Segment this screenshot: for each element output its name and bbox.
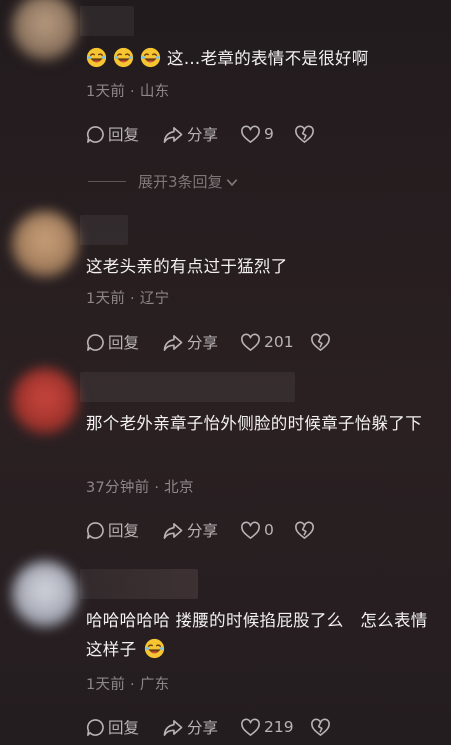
share-button[interactable]: 分享 [162,716,240,738]
comment-body: 这…老章的表情不是很好啊 [167,49,369,68]
rofl-emoji-icon [113,47,134,68]
expand-replies-button[interactable]: 展开3条回复 [88,171,239,192]
share-button[interactable]: 分享 [162,331,240,353]
share-label: 分享 [187,126,219,144]
share-label: 分享 [187,334,219,352]
dislike-button[interactable] [294,521,315,540]
reply-button[interactable]: 回复 [86,716,162,738]
heart-outline-icon [240,718,261,737]
heart-outline-icon [240,521,261,540]
broken-heart-icon [310,718,331,737]
comment-body: 哈哈哈哈哈 搂腰的时候掐屁股了么 怎么表情这样子 [86,611,428,659]
speech-bubble-icon [86,333,105,352]
comment-meta: 1天前 · 山东 [86,84,170,100]
speech-bubble-icon [86,521,105,540]
like-count: 0 [264,521,274,539]
comment-text: 这…老章的表情不是很好啊 [86,44,441,73]
like-count: 219 [264,718,294,736]
share-arrow-icon [162,333,184,352]
comment-actions: 回复 分享 219 [86,716,331,738]
reply-button[interactable]: 回复 [86,331,162,353]
comment-text: 这老头亲的有点过于猛烈了 [86,257,288,276]
dislike-button[interactable] [294,125,315,144]
share-label: 分享 [187,522,219,540]
like-count: 201 [264,333,294,351]
rofl-emoji-icon [140,47,161,68]
share-label: 分享 [187,719,219,737]
like-button[interactable]: 9 [240,125,286,144]
rofl-emoji-icon [86,47,107,68]
reply-label: 回复 [108,334,140,352]
username[interactable] [80,215,128,245]
heart-outline-icon [240,125,261,144]
dislike-button[interactable] [310,718,331,737]
comment-meta: 1天前 · 辽宁 [86,291,170,307]
like-button[interactable]: 0 [240,521,286,540]
share-button[interactable]: 分享 [162,519,240,541]
broken-heart-icon [294,521,315,540]
avatar[interactable] [12,0,78,60]
username[interactable] [80,569,198,599]
reply-label: 回复 [108,719,140,737]
avatar[interactable] [12,561,78,627]
like-count: 9 [264,125,274,143]
reply-button[interactable]: 回复 [86,123,162,145]
username[interactable] [80,6,134,36]
dislike-button[interactable] [310,333,331,352]
comment-actions: 回复 分享 0 [86,519,315,541]
comment-meta: 1天前 · 广东 [86,677,170,693]
share-button[interactable]: 分享 [162,123,240,145]
expand-replies-label: 展开3条回复 [138,173,223,191]
like-button[interactable]: 219 [240,718,302,737]
broken-heart-icon [294,125,315,144]
chevron-down-icon [225,175,239,189]
reply-label: 回复 [108,126,140,144]
comment-text: 那个老外亲章子怡外侧脸的时候章子怡躲了下 [86,414,422,433]
divider [88,181,126,182]
broken-heart-icon [310,333,331,352]
speech-bubble-icon [86,718,105,737]
rofl-emoji-icon [144,638,165,659]
comment-actions: 回复 分享 201 [86,331,331,353]
share-arrow-icon [162,718,184,737]
comment-meta: 37分钟前 · 北京 [86,480,194,496]
avatar[interactable] [12,211,78,277]
reply-label: 回复 [108,522,140,540]
speech-bubble-icon [86,125,105,144]
reply-button[interactable]: 回复 [86,519,162,541]
avatar[interactable] [12,368,78,434]
share-arrow-icon [162,521,184,540]
username[interactable] [80,372,295,402]
share-arrow-icon [162,125,184,144]
heart-outline-icon [240,333,261,352]
like-button[interactable]: 201 [240,333,302,352]
comment-list: 这…老章的表情不是很好啊 1天前 · 山东 回复 分享 9 展开3条回复 这老头… [0,0,451,745]
comment-actions: 回复 分享 9 [86,123,315,145]
comment-text: 哈哈哈哈哈 搂腰的时候掐屁股了么 怎么表情这样子 [86,606,443,664]
